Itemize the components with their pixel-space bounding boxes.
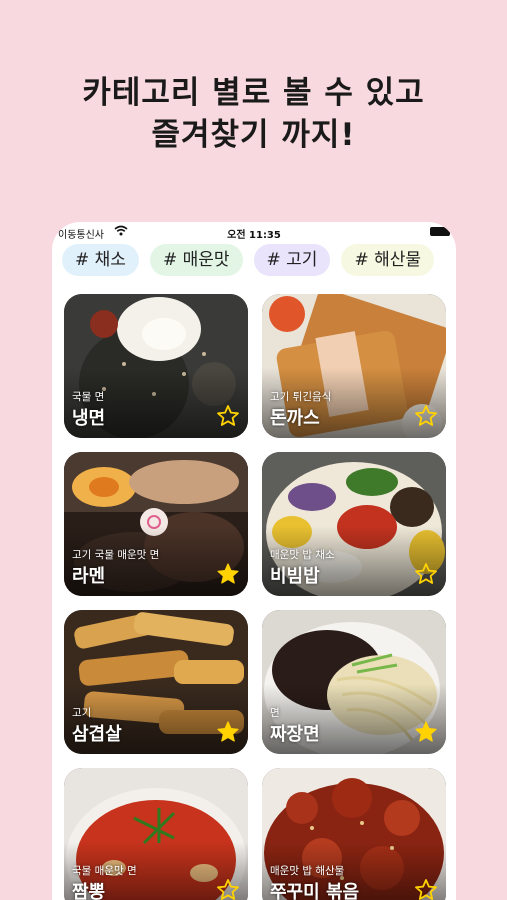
food-tags: 국물 매운맛 면	[72, 865, 137, 877]
food-tags: 국물 면	[72, 391, 105, 403]
star-filled-icon[interactable]	[414, 720, 438, 744]
category-chip-spicy[interactable]: # 매운맛	[149, 244, 243, 276]
food-name: 짬뽕	[72, 882, 106, 900]
food-tags: 면	[270, 707, 280, 719]
status-time: 오전 11:35	[227, 230, 281, 241]
headline-line-2: 즐겨찾기 까지!	[151, 117, 356, 153]
food-name: 냉면	[72, 408, 106, 429]
star-outline-icon[interactable]	[216, 404, 240, 428]
food-name: 비빔밥	[270, 566, 320, 587]
star-filled-icon[interactable]	[216, 562, 240, 586]
phone-screen: 이동통신사 오전 11:35 # 채소 # 매운맛 # 고기 # 해산물 국물 면	[52, 222, 456, 900]
food-name: 짜장면	[270, 724, 320, 745]
star-filled-icon[interactable]	[216, 720, 240, 744]
food-card-bibimbap[interactable]: 매운맛 밥 채소 비빔밥	[262, 452, 446, 596]
food-name: 돈까스	[270, 408, 320, 429]
food-tags: 매운맛 밥 해산물	[270, 865, 345, 877]
food-card-naengmyeon[interactable]: 국물 면 냉면	[64, 294, 248, 438]
food-tags: 고기 튀긴음식	[270, 391, 332, 403]
star-outline-icon[interactable]	[414, 878, 438, 900]
food-name: 라멘	[72, 566, 106, 587]
food-card-ramen[interactable]: 고기 국물 매운맛 면 라멘	[64, 452, 248, 596]
category-chip-seafood[interactable]: # 해산물	[341, 244, 435, 276]
food-card-samgyeopsal[interactable]: 고기 삼겹살	[64, 610, 248, 754]
food-card-jjukkumi[interactable]: 매운맛 밥 해산물 쭈꾸미 볶음	[262, 768, 446, 900]
star-outline-icon[interactable]	[414, 562, 438, 586]
category-chip-vegetable[interactable]: # 채소	[62, 244, 139, 276]
food-card-donkatsu[interactable]: 고기 튀긴음식 돈까스	[262, 294, 446, 438]
category-chip-bar: # 채소 # 매운맛 # 고기 # 해산물	[62, 244, 445, 280]
category-chip-meat[interactable]: # 고기	[253, 244, 331, 276]
star-outline-icon[interactable]	[414, 404, 438, 428]
battery-icon	[430, 227, 450, 236]
food-card-jjajangmyeon[interactable]: 면 짜장면	[262, 610, 446, 754]
food-tags: 고기 국물 매운맛 면	[72, 549, 160, 561]
food-card-jjamppong[interactable]: 국물 매운맛 면 짬뽕	[64, 768, 248, 900]
star-outline-icon[interactable]	[216, 878, 240, 900]
status-bar: 이동통신사 오전 11:35	[52, 222, 456, 242]
food-tags: 고기	[72, 707, 92, 719]
food-name: 쭈꾸미 볶음	[270, 882, 360, 900]
headline-line-1: 카테고리 별로 볼 수 있고	[82, 75, 425, 111]
food-tags: 매운맛 밥 채소	[270, 549, 335, 561]
promo-headline: 카테고리 별로 볼 수 있고 즐겨찾기 까지!	[0, 72, 507, 156]
food-name: 삼겹살	[72, 724, 122, 745]
